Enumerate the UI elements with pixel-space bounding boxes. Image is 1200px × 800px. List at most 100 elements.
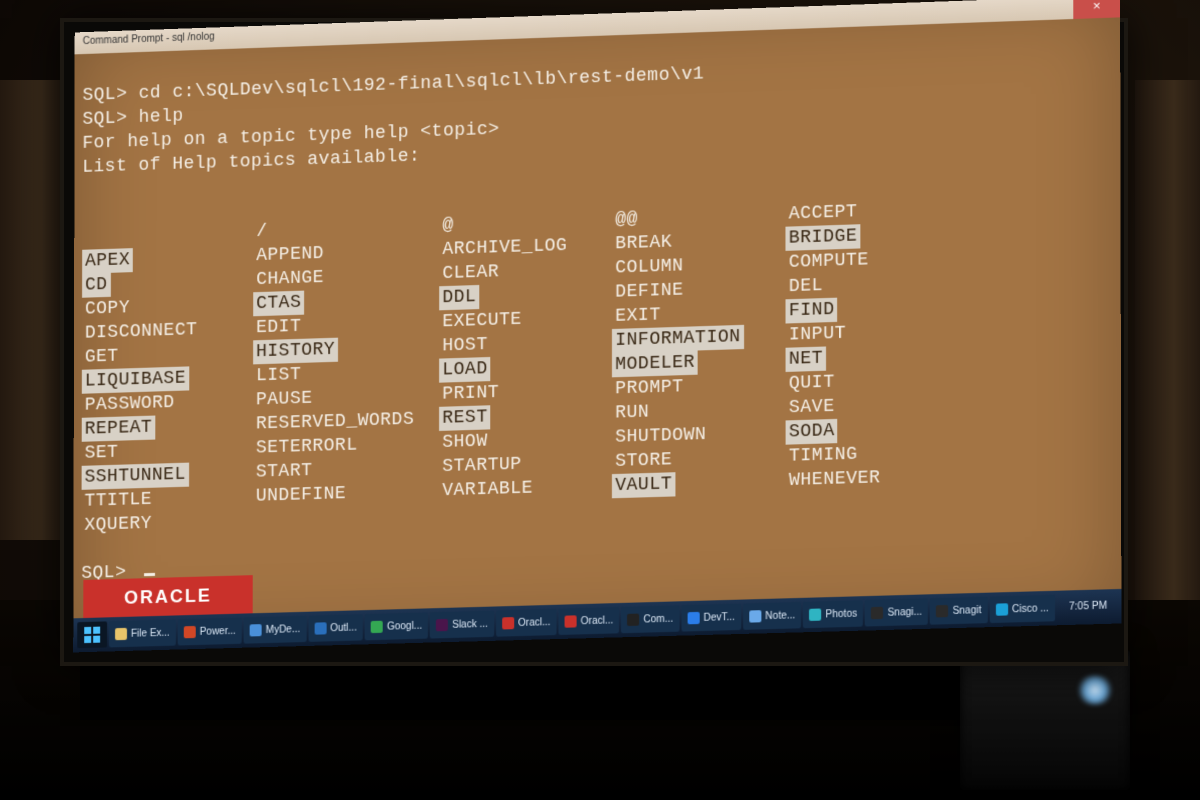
help-topic: REPEAT (82, 416, 155, 442)
app-icon (565, 615, 577, 627)
app-icon (996, 603, 1008, 616)
help-topic: EXIT (612, 303, 664, 329)
help-topic: HOST (439, 333, 490, 359)
taskbar-clock[interactable]: 7:05 PM (1059, 600, 1117, 614)
taskbar-item-label: Oracl... (581, 615, 613, 627)
desktop-pc (960, 650, 1130, 790)
help-column: @@BREAKCOLUMNDEFINEEXITINFORMATIONMODELE… (612, 203, 763, 522)
help-topic: EXECUTE (439, 308, 524, 335)
taskbar-item[interactable]: Cisco ... (990, 595, 1055, 623)
help-topic: INFORMATION (612, 325, 743, 353)
taskbar-item[interactable]: Power... (178, 618, 242, 646)
taskbar-item[interactable]: Photos (803, 600, 863, 628)
taskbar-item[interactable]: Oracl... (559, 607, 620, 635)
help-topic: SHOW (439, 429, 490, 455)
app-icon (687, 612, 699, 624)
help-topic: COLUMN (612, 254, 686, 281)
help-column: APEXCDCOPYDISCONNECTGETLIQUIBASEPASSWORD… (81, 221, 231, 538)
help-topic: RESERVED_WORDS (253, 407, 417, 436)
taskbar-item-label: Outl... (330, 622, 357, 634)
app-icon (936, 605, 948, 618)
wall-panel-right (1135, 80, 1200, 600)
terminal-line: SQL> cd c:\SQLDev\sqlcl\192-final\sqlcl\… (83, 64, 705, 106)
taskbar-item[interactable]: Googl... (365, 612, 428, 640)
taskbar-item-label: Googl... (387, 620, 422, 632)
room-background: Command Prompt - sql /nolog × SQL> cd c:… (0, 0, 1200, 800)
taskbar-item-label: Note... (765, 610, 795, 622)
help-topic: QUIT (786, 370, 838, 396)
oracle-badge: ORACLE (83, 575, 252, 618)
help-topic: SHUTDOWN (612, 423, 709, 450)
terminal-body[interactable]: SQL> cd c:\SQLDev\sqlcl\192-final\sqlcl\… (73, 17, 1121, 618)
help-topic: STARTUP (439, 453, 524, 480)
taskbar-item[interactable]: Note... (743, 602, 801, 630)
help-topic: START (253, 459, 315, 485)
help-topic: DEL (786, 274, 826, 300)
help-column-header: / (253, 220, 270, 245)
projector-screen: Command Prompt - sql /nolog × SQL> cd c:… (60, 18, 1128, 666)
help-topic: DEFINE (612, 278, 686, 305)
help-topic: REST (439, 405, 490, 431)
help-topic: TTITLE (82, 488, 155, 514)
help-column-header (82, 225, 99, 250)
app-icon (184, 626, 196, 638)
taskbar-item[interactable]: File Ex... (109, 619, 176, 647)
windows-icon (84, 627, 100, 643)
taskbar-item[interactable]: DevT... (681, 604, 741, 632)
help-topic: WHENEVER (786, 466, 884, 493)
taskbar-item[interactable]: Oracl... (496, 609, 557, 637)
help-topic: CLEAR (439, 260, 502, 286)
help-topic: UNDEFINE (253, 482, 349, 509)
taskbar-item-label: MyDe... (266, 624, 300, 636)
help-topic: ARCHIVE_LOG (439, 234, 570, 262)
help-topic: SODA (786, 419, 838, 445)
help-column: ACCEPTBRIDGECOMPUTEDELFINDINPUTNETQUITSA… (786, 197, 938, 517)
help-topic: FIND (786, 298, 838, 324)
sql-prompt: SQL> (83, 84, 128, 106)
taskbar-item[interactable]: Snagit (930, 597, 987, 625)
help-topic: MODELER (612, 350, 698, 377)
window-close-button[interactable]: × (1073, 0, 1120, 19)
help-topic: LIQUIBASE (82, 366, 189, 393)
app-icon (314, 622, 326, 634)
cursor (144, 573, 155, 576)
app-icon (115, 628, 127, 640)
taskbar-item[interactable]: Snagi... (865, 598, 928, 626)
help-topic: GET (82, 344, 122, 369)
help-topic: BREAK (612, 230, 675, 256)
help-topic: DDL (439, 285, 479, 310)
help-topic: COMPUTE (786, 248, 872, 275)
help-column-header: @@ (612, 207, 641, 232)
taskbar-item[interactable]: Slack ... (430, 611, 494, 639)
app-icon (809, 608, 821, 620)
help-topic: LIST (253, 363, 304, 389)
taskbar-item[interactable]: MyDe... (244, 616, 306, 644)
help-topic: INPUT (786, 322, 849, 348)
taskbar-item[interactable]: Outl... (308, 614, 363, 642)
help-topic: VARIABLE (439, 476, 536, 503)
start-button[interactable] (77, 621, 107, 648)
cmd-cd: cd c:\SQLDev\sqlcl\192-final\sqlcl\lb\re… (139, 64, 705, 104)
help-column: @ARCHIVE_LOGCLEARDDLEXECUTEHOSTLOADPRINT… (439, 209, 590, 528)
taskbar-item-label: DevT... (703, 611, 734, 623)
terminal-line: SQL> help (82, 106, 183, 129)
projected-desktop: Command Prompt - sql /nolog × SQL> cd c:… (73, 0, 1121, 652)
window-title: Command Prompt - sql /nolog (83, 31, 215, 47)
taskbar-item-label: Oracl... (518, 617, 550, 629)
taskbar-item-label: Snagi... (888, 606, 922, 618)
help-topics-columns: APEXCDCOPYDISCONNECTGETLIQUIBASEPASSWORD… (81, 192, 1113, 538)
help-topic: HISTORY (253, 338, 338, 365)
app-icon (436, 619, 448, 631)
help-topic: CD (82, 273, 110, 298)
app-icon (502, 617, 514, 629)
help-topic: NET (786, 346, 826, 371)
help-topic: XQUERY (81, 512, 154, 538)
help-topic: CHANGE (253, 266, 327, 292)
cmd-help: help (139, 106, 184, 128)
help-topic: DISCONNECT (82, 318, 200, 346)
app-icon (749, 610, 761, 622)
app-icon (871, 607, 883, 619)
help-topic: SSHTUNNEL (82, 463, 189, 490)
taskbar-item[interactable]: Com... (621, 605, 679, 633)
help-topic: APEX (82, 248, 133, 274)
